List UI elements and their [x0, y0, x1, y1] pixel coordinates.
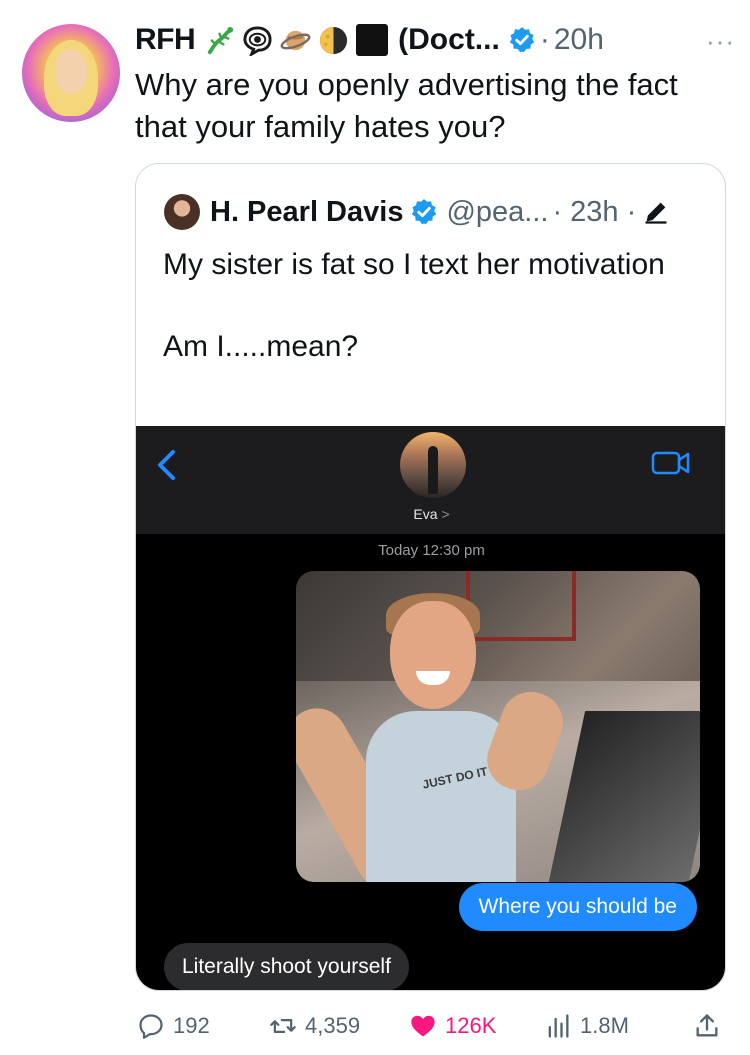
quoted-tweet-time[interactable]: · 23h ·: [552, 196, 636, 229]
reply-action[interactable]: 192: [137, 1008, 210, 1044]
ringed-planet-icon: [280, 30, 311, 50]
tweet-header: RFH (Doct... · 20h ···: [135, 20, 735, 60]
reply-count: 192: [173, 1013, 210, 1038]
quoted-author-name[interactable]: H. Pearl Davis: [210, 196, 403, 229]
quoted-tweet-header: H. Pearl Davis @pea... · 23h ·: [164, 194, 670, 230]
quoted-text-line2: Am I.....mean?: [163, 330, 359, 363]
back-chevron-icon: [158, 450, 175, 480]
like-count: 126K: [445, 1013, 497, 1038]
like-action[interactable]: 126K: [409, 1008, 496, 1044]
views-action[interactable]: 1.8M: [544, 1008, 629, 1044]
tweet-time[interactable]: 20h: [554, 23, 604, 57]
heart-icon: [411, 1015, 435, 1037]
gym-selfie-photo: JUST DO IT: [296, 571, 700, 882]
contact-name-text: Eva: [413, 506, 438, 522]
reply-icon: [139, 1014, 163, 1039]
contact-avatar: [400, 432, 466, 498]
incoming-message-bubble: Literally shoot yourself: [164, 943, 409, 990]
photo-rack: [466, 571, 576, 641]
avatar-face: [55, 50, 87, 94]
quoted-text-line1: My sister is fat so I text her motivatio…: [163, 248, 665, 281]
tweet-action-bar: 192 4,359 126K 1.8M: [137, 1008, 727, 1044]
author-display-name[interactable]: RFH: [135, 23, 196, 57]
lizard-emoji-icon: [208, 26, 234, 54]
tweet-text: Why are you openly advertising the fact …: [135, 67, 678, 144]
photo-head: [390, 601, 476, 709]
edited-pencil-icon[interactable]: [642, 198, 670, 226]
contact-avatar-figure: [428, 446, 438, 494]
view-count: 1.8M: [580, 1013, 629, 1038]
quoted-author-handle[interactable]: @pea...: [446, 196, 548, 229]
black-square-icon: [356, 24, 389, 56]
last-quarter-moon-icon: [320, 26, 348, 54]
messages-header: Eva >: [136, 426, 725, 534]
more-options-icon[interactable]: ···: [706, 26, 735, 57]
separator-dot: ·: [539, 23, 550, 56]
contact-name: Eva >: [136, 506, 725, 522]
message-timestamp: Today 12:30 pm: [378, 542, 485, 559]
share-action[interactable]: [693, 1008, 721, 1044]
author-avatar[interactable]: [22, 24, 120, 122]
views-bar-chart-icon: [548, 1014, 569, 1038]
repost-count: 4,359: [305, 1013, 361, 1038]
quoted-tweet-text: My sister is fat so I text her motivatio…: [163, 244, 703, 367]
author-name-suffix[interactable]: (Doct...: [398, 23, 500, 57]
verified-badge-icon: [412, 199, 437, 225]
eye-in-speech-bubble-icon: [243, 25, 272, 56]
repost-action[interactable]: 4,359: [269, 1008, 360, 1044]
quoted-author-avatar[interactable]: [164, 194, 200, 230]
share-icon: [696, 1014, 718, 1037]
messages-screenshot[interactable]: Eva > Today 12:30 pm JUST DO IT Where yo…: [136, 426, 725, 990]
contact-chevron: >: [441, 506, 450, 522]
name-emojis: [204, 24, 389, 56]
repost-icon: [270, 1019, 296, 1033]
outgoing-message-bubble: Where you should be: [458, 883, 697, 931]
verified-badge-icon: [509, 27, 534, 53]
video-call-icon: [651, 451, 690, 475]
quoted-tweet[interactable]: H. Pearl Davis @pea... · 23h · My sister…: [135, 163, 726, 991]
